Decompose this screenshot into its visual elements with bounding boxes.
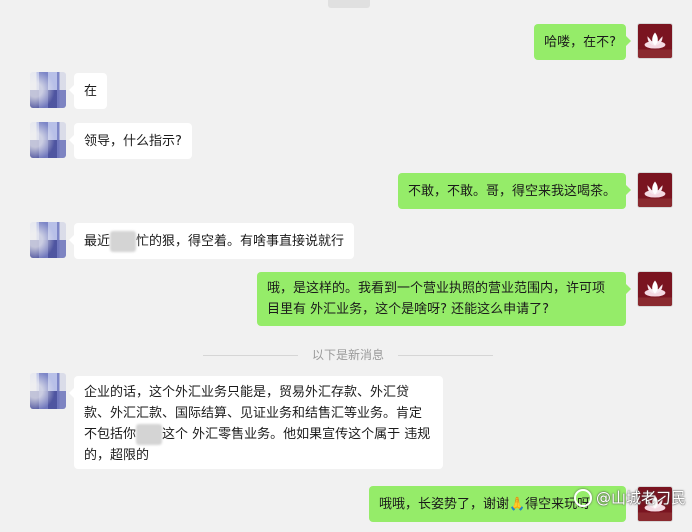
message-bubble-outgoing[interactable]: 哈喽，在不? — [534, 24, 631, 60]
redacted-text: 说的 — [136, 424, 163, 445]
contact-avatar[interactable] — [30, 222, 66, 258]
message-text: 忙的狠，得空着。有啥事直接说就行 — [136, 234, 345, 249]
message-text: 最近 — [84, 234, 111, 249]
message-bubble-incoming[interactable]: 最近太忙忙的狠，得空着。有啥事直接说就行 — [68, 223, 355, 259]
message-bubble-incoming[interactable]: 企业的话，这个外汇业务只能是，贸易外汇存款、外汇贷款、外汇汇款、国际结算、见证业… — [69, 376, 443, 469]
new-messages-divider: 以下是新消息 — [203, 347, 493, 363]
message-text: 哦哦，长姿势了，谢谢🙏得空来玩呀 — [379, 497, 591, 512]
watermark-text: @山城老刁民 — [595, 489, 686, 507]
message-bubble-incoming[interactable]: 领导，什么指示? — [69, 123, 192, 159]
contact-avatar[interactable] — [30, 373, 66, 409]
lotus-icon — [638, 280, 672, 306]
message-bubble-outgoing[interactable]: 哦，是这样的。我看到一个营业执照的营业范围内，许可项目里有 外汇业务，这个是啥呀… — [257, 272, 631, 326]
redacted-text: 太忙 — [110, 231, 137, 252]
my-avatar[interactable] — [637, 271, 673, 307]
message-text: 哈喽，在不? — [544, 35, 616, 50]
contact-avatar[interactable] — [30, 122, 66, 158]
message-text: 在 — [84, 84, 98, 99]
message-text: 不敢，不敢。哥，得空来我这喝茶。 — [407, 184, 616, 199]
message-bubble-outgoing[interactable]: 不敢，不敢。哥，得空来我这喝茶。 — [397, 173, 632, 209]
my-avatar[interactable] — [637, 172, 673, 208]
lotus-icon — [638, 181, 672, 207]
message-text: 哦，是这样的。我看到一个营业执照的营业范围内，许可项目里有 外汇业务，这个是啥呀… — [267, 281, 606, 317]
watermark: @山城老刁民 — [573, 486, 686, 510]
lotus-icon — [638, 32, 672, 58]
my-avatar[interactable] — [637, 23, 673, 59]
divider-line — [398, 355, 493, 356]
message-text: 领导，什么指示? — [84, 134, 182, 149]
message-bubble-incoming[interactable]: 在 — [68, 73, 108, 109]
watermark-logo-icon — [573, 489, 592, 507]
timestamp-chip — [328, 0, 370, 8]
contact-avatar[interactable] — [30, 72, 66, 108]
